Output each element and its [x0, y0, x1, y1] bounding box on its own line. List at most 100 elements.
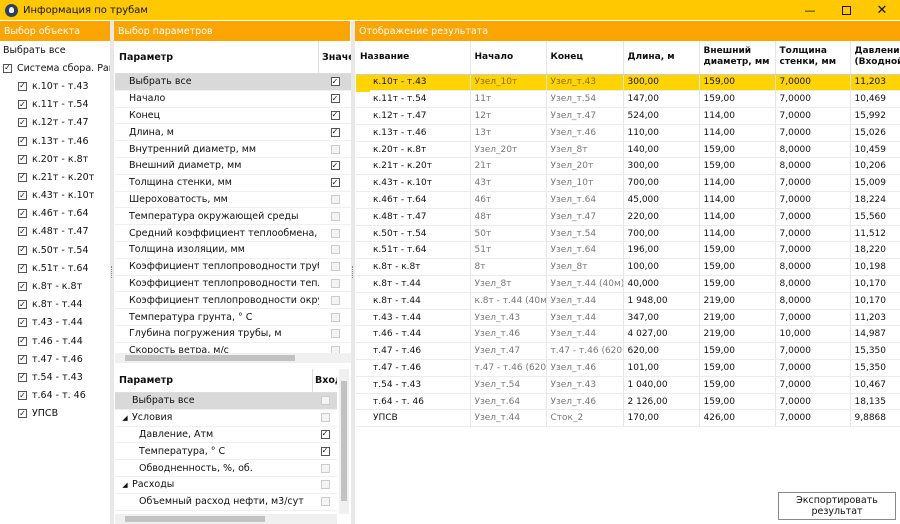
input-param-checkbox[interactable]: ✓ — [320, 446, 330, 456]
object-item[interactable]: ✓ к.20т - к.8т — [0, 150, 110, 168]
object-item[interactable]: ✓ к.11т - т.54 — [0, 96, 110, 114]
root-checkbox[interactable]: ✓ — [3, 63, 12, 73]
input-param-row[interactable]: ◢ Условия — [115, 410, 337, 427]
input-param-checkbox[interactable]: ✓ — [320, 429, 330, 439]
results-row[interactable]: т.64 - т. 46 Узел_т.64 Узел_т.46 2 126,00 15… — [356, 393, 900, 411]
objects-root-item[interactable]: ✓ Система сбора. Равно — [0, 59, 110, 77]
param-checkbox[interactable] — [330, 346, 340, 353]
params-top-col-name[interactable]: Параметр — [115, 41, 319, 74]
params-bottom-vscroll[interactable] — [339, 369, 349, 514]
close-button[interactable]: ✕ — [864, 0, 900, 20]
param-checkbox[interactable]: ✓ — [330, 127, 340, 137]
object-item[interactable]: ✓ т.46 - т.44 — [0, 332, 110, 350]
maximize-button[interactable] — [828, 0, 864, 20]
objects-select-all[interactable]: Выбрать все — [0, 41, 110, 59]
param-row[interactable]: Коэффициент теплопроводности окружа... — [115, 292, 351, 310]
export-results-button[interactable]: Экспортировать результат — [778, 492, 896, 520]
params-bottom-hscroll[interactable] — [115, 514, 337, 524]
object-checkbox[interactable]: ✓ — [18, 300, 27, 310]
input-param-row[interactable]: Выбрать все — [115, 393, 337, 410]
param-checkbox[interactable] — [330, 245, 340, 255]
results-column-header[interactable]: Название — [356, 41, 471, 75]
object-item[interactable]: ✓ т.47 - т.46 — [0, 350, 110, 368]
param-checkbox[interactable]: ✓ — [330, 178, 340, 188]
object-checkbox[interactable]: ✓ — [18, 209, 27, 219]
param-checkbox[interactable]: ✓ — [330, 94, 340, 104]
results-column-header[interactable]: Давление, (Входной) — [850, 41, 900, 75]
results-row[interactable]: к.12т - т.47 12т Узел_т.47 524,00 114,00 7,00… — [356, 107, 900, 125]
object-item[interactable]: ✓ к.50т - т.54 — [0, 241, 110, 259]
param-row[interactable]: Температура окружающей среды — [115, 208, 351, 226]
object-item[interactable]: ✓ к.12т - т.47 — [0, 114, 110, 132]
param-row[interactable]: Конец ✓ — [115, 108, 351, 125]
object-checkbox[interactable]: ✓ — [18, 227, 27, 237]
object-checkbox[interactable]: ✓ — [18, 354, 27, 364]
object-item[interactable]: ✓ УПСВ — [0, 405, 110, 423]
object-item[interactable]: ✓ т.54 - т.43 — [0, 368, 110, 386]
object-item[interactable]: ✓ к.51т - т.64 — [0, 259, 110, 277]
results-row[interactable]: к.11т - т.54 11т Узел_т.54 147,00 159,00 7,00… — [356, 90, 900, 109]
param-row[interactable]: Длина, м ✓ — [115, 124, 351, 142]
param-checkbox[interactable]: ✓ — [330, 161, 340, 171]
results-row[interactable]: к.8т - т.44 Узел_8т Узел_т.44 (40м) 40,000 1… — [356, 275, 900, 293]
results-row[interactable]: т.46 - т.44 Узел_т.46 Узел_т.44 4 027,00 219… — [356, 325, 900, 344]
object-item[interactable]: ✓ к.8т - т.44 — [0, 296, 110, 314]
object-item[interactable]: ✓ к.43т - к.10т — [0, 187, 110, 205]
expand-toggle-icon[interactable]: ◢ — [118, 481, 132, 489]
param-row[interactable]: Глубина погружения трубы, м — [115, 326, 351, 343]
object-checkbox[interactable]: ✓ — [18, 191, 27, 201]
input-param-checkbox[interactable] — [320, 480, 330, 490]
param-checkbox[interactable] — [330, 312, 340, 322]
results-column-header[interactable]: Начало — [470, 41, 547, 75]
object-item[interactable]: ✓ к.21т - к.20т — [0, 168, 110, 186]
param-checkbox[interactable] — [330, 144, 340, 154]
object-checkbox[interactable]: ✓ — [18, 81, 27, 91]
results-row[interactable]: к.20т - к.8т Узел_20т Узел_8т 140,00 159,00 8… — [356, 141, 900, 159]
object-checkbox[interactable]: ✓ — [18, 154, 27, 164]
param-checkbox[interactable] — [330, 329, 340, 339]
object-checkbox[interactable]: ✓ — [18, 118, 27, 128]
splitter-right[interactable] — [351, 21, 355, 524]
param-row[interactable]: Начало ✓ — [115, 91, 351, 108]
results-row[interactable]: к.8т - к.8т 8т Узел_8т 100,00 159,00 8,0000 10… — [356, 258, 900, 277]
results-row[interactable]: к.46т - т.64 46т Узел_т.64 45,000 114,00 7,00… — [356, 191, 900, 209]
param-checkbox[interactable] — [330, 295, 340, 305]
minimize-button[interactable]: — — [792, 0, 828, 20]
param-row[interactable]: Толщина изоляции, мм — [115, 242, 351, 259]
results-row[interactable]: к.50т - т.54 50т Узел_т.54 700,00 114,00 7,00… — [356, 225, 900, 243]
param-checkbox[interactable]: ✓ — [330, 77, 340, 87]
param-checkbox[interactable]: ✓ — [330, 110, 340, 120]
results-row[interactable]: к.48т - т.47 48т Узел_т.47 220,00 114,00 7,00… — [356, 208, 900, 226]
input-param-row[interactable]: Объемный расход нефти, м3/сут — [115, 494, 337, 511]
param-checkbox[interactable] — [330, 278, 340, 288]
results-row[interactable]: УПСВ Узел_т.44 Сток_2 170,00 426,00 7,0000 9,8… — [356, 409, 900, 428]
input-param-checkbox[interactable] — [320, 497, 330, 507]
params-top-col-value[interactable]: Значен — [319, 52, 351, 63]
object-checkbox[interactable]: ✓ — [18, 282, 27, 292]
input-param-row[interactable]: Обводненность, %, об. — [115, 460, 337, 477]
results-column-header[interactable]: Толщина стенки, мм — [775, 41, 851, 75]
results-row[interactable]: к.10т - т.43 Узел_10т Узел_т.43 300,00 159,0… — [356, 74, 900, 92]
input-param-row[interactable]: Температура, ° С ✓ — [115, 443, 337, 461]
input-param-row[interactable]: ◢ Расходы — [115, 477, 337, 494]
param-checkbox[interactable] — [330, 194, 340, 204]
results-row[interactable]: к.51т - т.64 51т Узел_т.64 196,00 159,00 7,00… — [356, 241, 900, 260]
object-item[interactable]: ✓ к.8т - к.8т — [0, 277, 110, 295]
object-item[interactable]: ✓ к.10т - т.43 — [0, 77, 110, 95]
input-param-checkbox[interactable] — [320, 413, 330, 423]
param-checkbox[interactable] — [330, 228, 340, 238]
param-checkbox[interactable] — [330, 211, 340, 221]
param-row[interactable]: Коэффициент теплопроводности теплово... — [115, 276, 351, 293]
param-row[interactable]: Выбрать все ✓ — [115, 74, 351, 91]
object-item[interactable]: ✓ к.48т - т.47 — [0, 223, 110, 241]
object-item[interactable]: ✓ к.13т - т.46 — [0, 132, 110, 150]
results-column-header[interactable]: Конец — [546, 41, 624, 75]
object-checkbox[interactable]: ✓ — [18, 409, 27, 419]
results-column-header[interactable]: Внешний диаметр, мм — [699, 41, 776, 75]
object-checkbox[interactable]: ✓ — [18, 100, 27, 110]
results-row[interactable]: к.13т - т.46 13т Узел_т.46 110,00 114,00 7,00… — [356, 124, 900, 142]
param-row[interactable]: Температура грунта, ° С — [115, 309, 351, 326]
object-checkbox[interactable]: ✓ — [18, 136, 27, 146]
input-param-row[interactable]: Давление, Атм ✓ — [115, 427, 337, 444]
expand-toggle-icon[interactable]: ◢ — [118, 414, 132, 422]
